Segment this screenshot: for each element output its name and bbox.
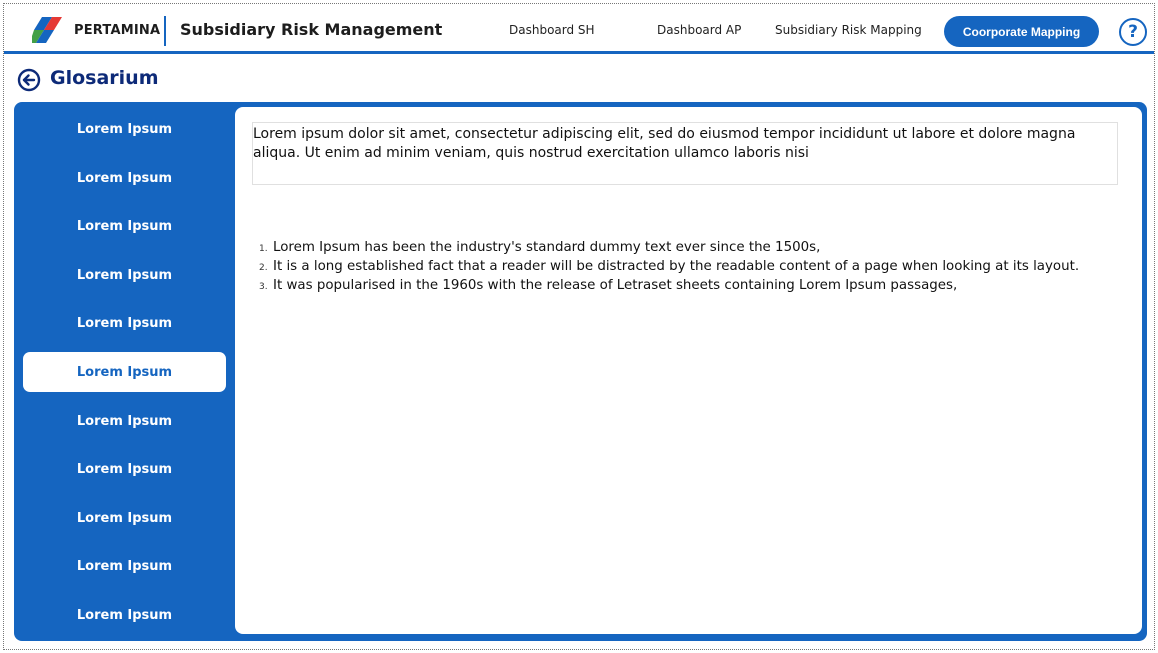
description-text: Lorem ipsum dolor sit amet, consectetur … — [253, 126, 1076, 161]
list-text: It was popularised in the 1960s with the… — [273, 278, 958, 293]
sidebar-item[interactable]: Lorem Ipsum — [23, 401, 226, 441]
sidebar-item[interactable]: Lorem Ipsum — [23, 595, 226, 635]
sidebar-item[interactable]: Lorem Ipsum — [23, 498, 226, 538]
sidebar-item[interactable]: Lorem Ipsum — [23, 255, 226, 295]
list-item: 2. It is a long established fact that a r… — [259, 258, 1119, 277]
help-icon[interactable]: ? — [1119, 18, 1147, 46]
header-divider — [4, 51, 1154, 54]
pertamina-logo — [32, 17, 62, 43]
nav-dashboard-sh[interactable]: Dashboard SH — [509, 23, 595, 37]
list-number: 3. — [259, 282, 268, 292]
app-title: Subsidiary Risk Management — [180, 20, 443, 39]
sidebar-item[interactable]: Lorem Ipsum — [23, 206, 226, 246]
page-title: Glosarium — [50, 67, 159, 89]
list-item: 1. Lorem Ipsum has been the industry's st… — [259, 239, 1119, 258]
list-number: 1. — [259, 244, 268, 254]
list-number: 2. — [259, 263, 268, 273]
sidebar-item[interactable]: Lorem Ipsum — [23, 158, 226, 198]
list-text: Lorem Ipsum has been the industry's stan… — [273, 240, 821, 255]
nav-subsidiary-risk-mapping[interactable]: Subsidiary Risk Mapping — [775, 23, 922, 37]
list-item: 3. It was popularised in the 1960s with t… — [259, 277, 1119, 296]
back-arrow-icon[interactable] — [17, 68, 41, 92]
sidebar-item-active[interactable]: Lorem Ipsum — [23, 352, 226, 392]
top-navbar: PERTAMINA Subsidiary Risk Management Das… — [4, 4, 1154, 51]
sidebar-item[interactable]: Lorem Ipsum — [23, 109, 226, 149]
sidebar-item[interactable]: Lorem Ipsum — [23, 449, 226, 489]
list-text: It is a long established fact that a rea… — [273, 259, 1080, 274]
brand-name: PERTAMINA — [74, 23, 161, 38]
glossary-list: 1. Lorem Ipsum has been the industry's st… — [259, 239, 1119, 296]
sidebar-item[interactable]: Lorem Ipsum — [23, 546, 226, 586]
nav-dashboard-ap[interactable]: Dashboard AP — [657, 23, 741, 37]
description-box: Lorem ipsum dolor sit amet, consectetur … — [252, 122, 1118, 185]
brand-separator — [164, 16, 166, 46]
content-area: Lorem ipsum dolor sit amet, consectetur … — [235, 107, 1142, 634]
nav-coorporate-mapping-button[interactable]: Coorporate Mapping — [944, 16, 1099, 47]
sidebar-item[interactable]: Lorem Ipsum — [23, 303, 226, 343]
